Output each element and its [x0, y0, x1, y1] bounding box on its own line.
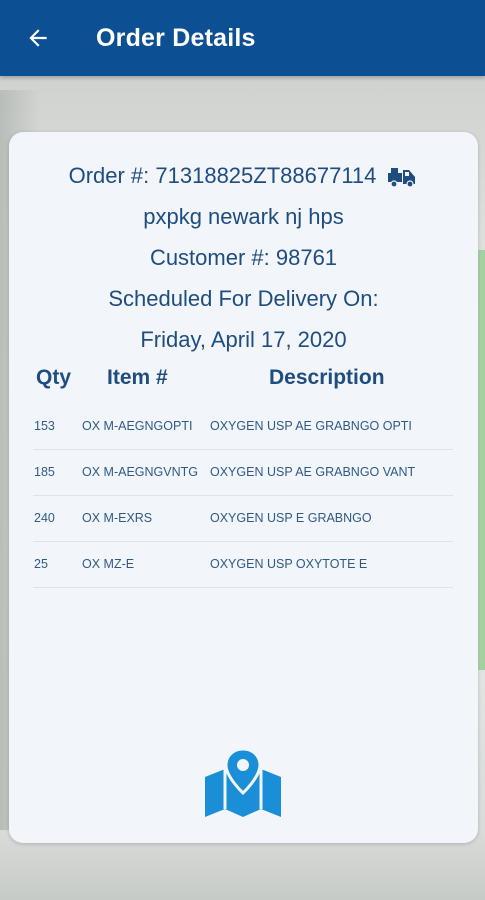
row-qty: 25 [34, 557, 48, 571]
delivery-date: Friday, April 17, 2020 [140, 327, 347, 352]
scheduled-label: Scheduled For Delivery On: [108, 286, 379, 311]
row-qty: 240 [34, 511, 55, 525]
column-header-item: Item # [107, 366, 168, 389]
order-number-row: Order #: 71318825ZT88677114 [9, 162, 478, 190]
back-arrow-icon[interactable] [25, 25, 51, 51]
order-details-card: Order #: 71318825ZT88677114 pxpkg newark… [9, 132, 478, 843]
row-description: OXYGEN USP E GRABNGO [210, 511, 372, 525]
column-header-qty: Qty [36, 366, 72, 389]
table-row: 240 OX M-EXRS OXYGEN USP E GRABNGO [33, 496, 453, 542]
row-item-number: OX MZ-E [82, 557, 135, 571]
row-item-number: OX M-AEGNGVNTG [82, 465, 198, 479]
table-row: 153 OX M-AEGNGOPTI OXYGEN USP AE GRABNGO… [33, 404, 453, 450]
row-description: OXYGEN USP AE GRABNGO OPTI [210, 419, 412, 433]
row-qty: 185 [34, 465, 55, 479]
column-header-description: Description [269, 366, 385, 389]
page-title: Order Details [96, 23, 256, 52]
order-number: Order #: 71318825ZT88677114 [68, 163, 377, 188]
location-name: pxpkg newark nj hps [143, 204, 344, 229]
row-description: OXYGEN USP OXYTOTE E [210, 557, 368, 571]
row-qty: 153 [34, 419, 55, 433]
table-row: 185 OX M-AEGNGVNTG OXYGEN USP AE GRABNGO… [33, 450, 453, 496]
table-row: 25 OX MZ-E OXYGEN USP OXYTOTE E [33, 542, 453, 588]
map-pin-icon[interactable] [203, 747, 283, 819]
row-item-number: OX M-AEGNGOPTI [82, 419, 193, 433]
row-description: OXYGEN USP AE GRABNGO VANT [210, 465, 416, 479]
app-bar: Order Details [0, 0, 485, 76]
table-header: Qty Item # Description [9, 366, 478, 394]
back-button[interactable] [18, 18, 58, 58]
row-item-number: OX M-EXRS [82, 511, 153, 525]
map-button[interactable] [203, 747, 283, 819]
order-items-table: 153 OX M-AEGNGOPTI OXYGEN USP AE GRABNGO… [33, 404, 453, 588]
customer-number: Customer #: 98761 [149, 245, 338, 270]
delivery-truck-icon[interactable] [386, 164, 418, 188]
